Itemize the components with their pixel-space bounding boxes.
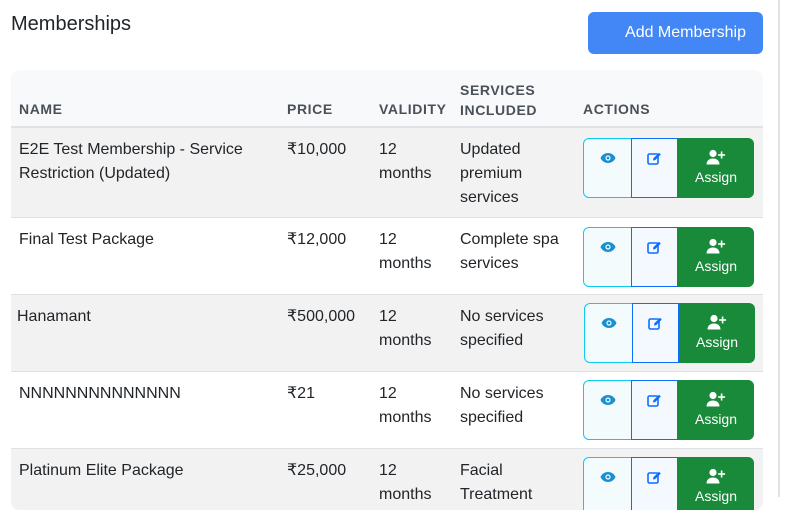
edit-icon — [647, 151, 662, 197]
membership-services: Complete spa services — [460, 231, 559, 272]
membership-validity: 12 months — [379, 231, 432, 272]
assign-button[interactable]: Assign — [678, 457, 754, 510]
user-plus-icon — [706, 238, 726, 254]
assign-button[interactable]: Assign — [678, 380, 754, 440]
table-row: NNNNNNNNNNNNNN ₹21 12 months No services sp… — [11, 372, 763, 449]
assign-label: Assign — [694, 169, 738, 185]
row-actions: Assign — [583, 138, 754, 198]
row-actions: Assign — [583, 457, 754, 510]
membership-validity: 12 months — [379, 385, 432, 426]
membership-validity: 12 months — [379, 462, 432, 503]
column-header-name: NAME — [19, 101, 63, 117]
view-button[interactable] — [583, 457, 632, 510]
view-button[interactable] — [583, 227, 632, 287]
column-header-validity: VALIDITY — [379, 101, 447, 117]
table-row: Final Test Package ₹12,000 12 months Comple… — [11, 218, 763, 295]
membership-price: ₹500,000 — [287, 308, 356, 325]
membership-name: Final Test Package — [19, 231, 154, 248]
eye-icon — [601, 316, 617, 362]
membership-services: Facial Treatment — [460, 462, 533, 503]
membership-services: No services specified — [460, 308, 544, 349]
user-plus-icon — [706, 468, 726, 484]
assign-button[interactable]: Assign — [678, 227, 754, 287]
edit-icon — [647, 470, 662, 510]
table-row: E2E Test Membership - Service Restrictio… — [11, 128, 763, 218]
membership-name: Platinum Elite Package — [19, 462, 184, 479]
membership-validity: 12 months — [379, 141, 432, 182]
user-plus-icon — [706, 391, 726, 407]
view-button[interactable] — [583, 138, 632, 198]
membership-name: NNNNNNNNNNNNNN — [19, 385, 181, 402]
assign-button[interactable]: Assign — [679, 303, 755, 363]
memberships-table: NAME PRICE VALIDITY SERVICES INCLUDED AC… — [11, 70, 763, 510]
page-title: Memberships — [11, 13, 132, 35]
column-header-actions: ACTIONS — [583, 101, 651, 117]
membership-price: ₹21 — [287, 385, 315, 402]
membership-services: No services specified — [460, 385, 544, 426]
membership-name: Hanamant — [17, 308, 91, 325]
eye-icon — [600, 393, 616, 439]
add-membership-button[interactable]: Add Membership — [588, 12, 763, 54]
assign-label: Assign — [695, 334, 739, 350]
edit-button[interactable] — [631, 227, 678, 287]
row-actions: Assign — [584, 303, 755, 363]
edit-button[interactable] — [632, 303, 679, 363]
membership-services: Updated premium services — [460, 141, 523, 206]
user-plus-icon — [706, 149, 726, 165]
edit-button[interactable] — [631, 138, 678, 198]
table-row: Hanamant ₹500,000 12 months No services spe… — [11, 295, 763, 372]
membership-price: ₹25,000 — [287, 462, 347, 479]
row-actions: Assign — [583, 380, 754, 440]
column-header-price: PRICE — [287, 101, 333, 117]
row-actions: Assign — [583, 227, 754, 287]
edit-button[interactable] — [631, 380, 678, 440]
table-row: Platinum Elite Package ₹25,000 12 months Fa… — [11, 449, 763, 510]
assign-label: Assign — [694, 258, 738, 274]
membership-name: E2E Test Membership - Service Restrictio… — [19, 141, 243, 182]
page-scrollbar[interactable] — [778, 0, 780, 497]
table-header: NAME PRICE VALIDITY SERVICES INCLUDED AC… — [11, 70, 763, 128]
edit-button[interactable] — [631, 457, 678, 510]
membership-price: ₹10,000 — [287, 141, 347, 158]
assign-button[interactable]: Assign — [678, 138, 754, 198]
edit-icon — [647, 240, 662, 286]
column-header-services: SERVICES INCLUDED — [460, 82, 538, 118]
view-button[interactable] — [583, 380, 632, 440]
user-plus-icon — [707, 314, 727, 330]
edit-icon — [648, 316, 663, 362]
edit-icon — [647, 393, 662, 439]
eye-icon — [600, 240, 616, 286]
view-button[interactable] — [584, 303, 633, 363]
eye-icon — [600, 151, 616, 197]
assign-label: Assign — [694, 411, 738, 427]
membership-validity: 12 months — [379, 308, 432, 349]
eye-icon — [600, 470, 616, 510]
assign-label: Assign — [694, 488, 738, 504]
membership-price: ₹12,000 — [287, 231, 347, 248]
